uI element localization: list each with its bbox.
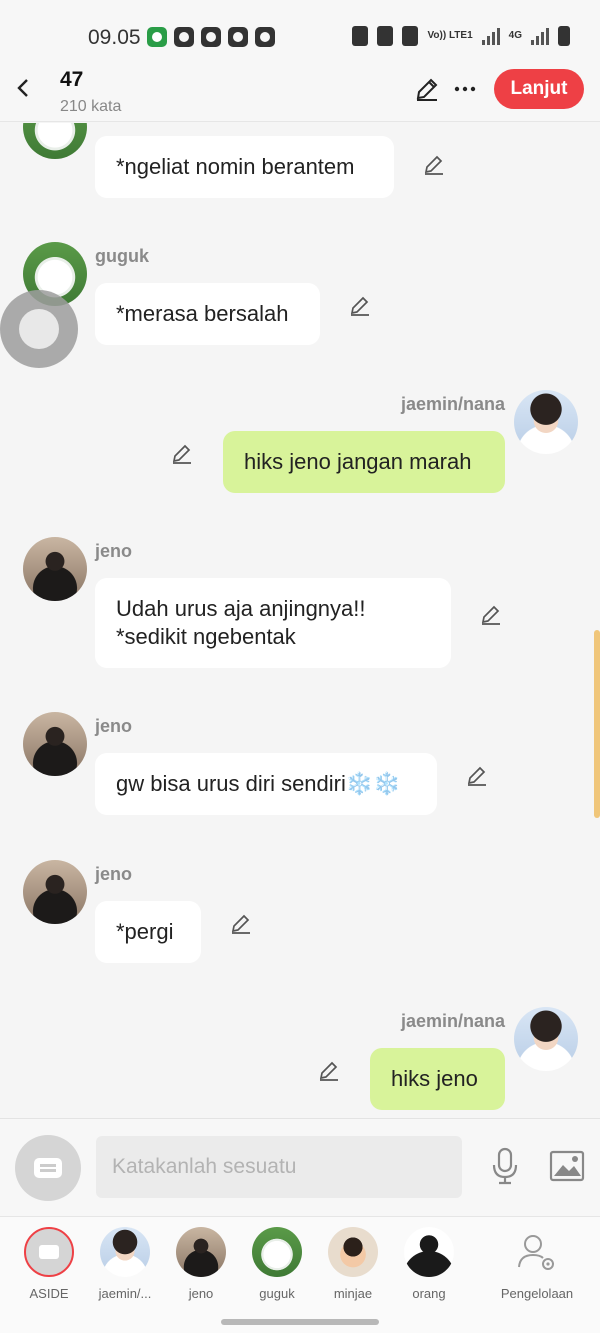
- avatar-jaemin[interactable]: [514, 1007, 578, 1071]
- assistive-touch-button[interactable]: [0, 290, 78, 368]
- network-type-label: 4G: [508, 30, 522, 41]
- battery-saver-icon: [352, 26, 369, 46]
- character-label: jeno: [188, 1286, 214, 1301]
- edit-pencil-icon[interactable]: [414, 76, 440, 102]
- aside-icon: [24, 1227, 74, 1277]
- microphone-icon[interactable]: [490, 1147, 520, 1185]
- sender-name: jeno: [95, 864, 133, 884]
- edit-message-icon[interactable]: [229, 912, 253, 936]
- character-label: guguk: [259, 1286, 295, 1301]
- edit-message-icon[interactable]: [348, 294, 372, 318]
- character-guguk[interactable]: guguk: [239, 1227, 315, 1301]
- message-bubble[interactable]: gw bisa urus diri sendiri❄️❄️: [95, 753, 437, 815]
- character-label: orang: [412, 1286, 446, 1301]
- avatar-jeno[interactable]: [23, 537, 87, 601]
- avatar-guguk: [252, 1227, 302, 1277]
- sync-icon: [228, 27, 248, 47]
- avatar-jeno: [176, 1227, 226, 1277]
- message-input[interactable]: [96, 1136, 462, 1198]
- avatar-jeno[interactable]: [23, 712, 87, 776]
- avatar-jaemin[interactable]: [514, 390, 578, 454]
- message-bubble[interactable]: *merasa bersalah: [95, 283, 320, 345]
- avatar-jeno[interactable]: [23, 860, 87, 924]
- character-label: minjae: [333, 1286, 373, 1301]
- image-icon[interactable]: [549, 1150, 585, 1182]
- continue-button[interactable]: Lanjut: [494, 69, 584, 109]
- camera-app-icon: [174, 27, 194, 47]
- aside-toggle-button[interactable]: [15, 1135, 81, 1201]
- edit-message-icon[interactable]: [479, 603, 503, 627]
- character-minjae[interactable]: minjae: [315, 1227, 391, 1301]
- edit-message-icon[interactable]: [422, 153, 446, 177]
- mute-icon: [402, 26, 419, 46]
- sender-name: jaemin/nana: [400, 394, 505, 414]
- sender-name: jeno: [95, 541, 133, 561]
- edit-message-icon[interactable]: [170, 442, 194, 466]
- avatar-jaemin: [100, 1227, 150, 1277]
- avatar-guguk[interactable]: [23, 123, 87, 159]
- chat-area[interactable]: *ngeliat nomin berantem guguk *merasa be…: [0, 123, 600, 1118]
- sender-name: jeno: [95, 716, 133, 736]
- message-input-bar: [0, 1118, 600, 1216]
- character-label: Pengelolaan: [500, 1286, 574, 1301]
- back-arrow-icon[interactable]: [12, 76, 36, 100]
- whatsapp-icon: [147, 27, 167, 47]
- character-label: ASIDE: [29, 1286, 69, 1301]
- character-bar: ASIDE jaemin/... jeno guguk minjae orang…: [0, 1216, 600, 1308]
- character-orang[interactable]: orang: [391, 1227, 467, 1301]
- message-bubble[interactable]: hiks jeno jangan marah: [223, 431, 505, 493]
- chat-bubble-icon: [34, 1158, 62, 1178]
- battery-icon: [558, 26, 570, 46]
- manage-characters-button[interactable]: Pengelolaan: [493, 1227, 581, 1301]
- character-label: jaemin/...: [98, 1286, 152, 1301]
- word-count: 210 kata: [60, 98, 122, 115]
- notification-icons: [147, 27, 275, 47]
- status-bar: 09.05 Vo)) LTE1 4G: [0, 0, 600, 62]
- signal-icon-2: [531, 27, 549, 45]
- volte-label: Vo)) LTE1: [427, 30, 473, 41]
- sender-name: guguk: [95, 246, 149, 266]
- message-bubble[interactable]: Udah urus aja anjingnya!! *sedikit ngebe…: [95, 578, 451, 668]
- signal-icon: [481, 27, 500, 45]
- character-jaemin[interactable]: jaemin/...: [87, 1227, 163, 1301]
- scroll-indicator[interactable]: [594, 630, 600, 818]
- sender-name: jaemin/nana: [400, 1011, 505, 1031]
- avatar-orang: [404, 1227, 454, 1277]
- message-bubble[interactable]: hiks jeno: [370, 1048, 505, 1110]
- app-header: 47 210 kata Lanjut: [0, 62, 600, 122]
- message-bubble[interactable]: *ngeliat nomin berantem: [95, 136, 394, 198]
- character-aside[interactable]: ASIDE: [11, 1227, 87, 1301]
- edit-message-icon[interactable]: [317, 1059, 341, 1083]
- message-bubble[interactable]: *pergi: [95, 901, 201, 963]
- person-settings-icon: [512, 1227, 562, 1277]
- camera-app-icon-2: [255, 27, 275, 47]
- more-options-icon[interactable]: [452, 76, 478, 102]
- alarm-icon: [377, 26, 394, 46]
- character-jeno[interactable]: jeno: [163, 1227, 239, 1301]
- system-icons: Vo)) LTE1 4G: [352, 26, 570, 46]
- avatar-minjae: [328, 1227, 378, 1277]
- edit-message-icon[interactable]: [465, 764, 489, 788]
- home-indicator[interactable]: [221, 1319, 379, 1325]
- status-time: 09.05: [88, 26, 141, 49]
- shopee-icon: [201, 27, 221, 47]
- page-title: 47: [60, 68, 84, 91]
